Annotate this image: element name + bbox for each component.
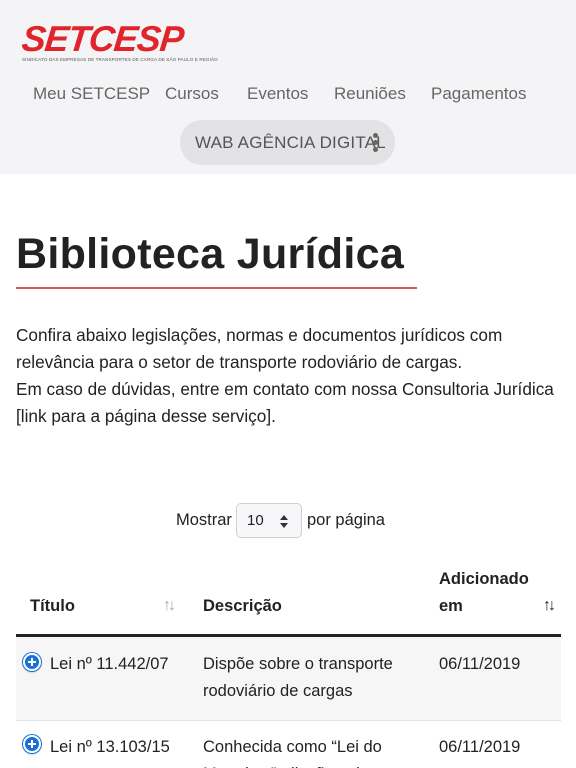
intro-text: Confira abaixo legislações, normas e doc… (16, 322, 561, 430)
row-description: Conhecida como “Lei do Motorista”, dispõ… (203, 738, 382, 768)
account-name: WAB AGÊNCIA DIGITAL (195, 133, 386, 152)
length-label-before: Mostrar (176, 511, 232, 529)
nav-item-pagamentos[interactable]: Pagamentos (431, 84, 526, 104)
page-length-select[interactable]: 10 (236, 503, 302, 538)
row-description: Dispõe sobre o transporte rodoviário de … (203, 655, 393, 700)
row-divider (16, 720, 561, 721)
sort-icon[interactable]: ↑↓ (163, 597, 176, 615)
account-menu-button[interactable]: WAB AGÊNCIA DIGITAL (180, 120, 395, 165)
intro-paragraph-2: Em caso de dúvidas, entre em contato com… (16, 379, 554, 426)
page-length-control: Mostrar 10 por página (0, 503, 576, 539)
page-length-value: 10 (247, 512, 264, 529)
select-arrows-icon (280, 515, 288, 529)
nav-item-reunioes[interactable]: Reuniões (334, 84, 406, 104)
expand-row-icon[interactable] (23, 735, 41, 753)
main-nav: Meu SETCESP Cursos Eventos Reuniões Paga… (0, 84, 576, 108)
nav-item-cursos[interactable]: Cursos (165, 84, 219, 104)
row-title: Lei nº 11.442/07 (50, 655, 169, 673)
setcesp-logo[interactable]: SETCESP SINDICATO DAS EMPRESAS DE TRANSP… (19, 18, 266, 62)
column-header-titulo[interactable]: Título (30, 593, 75, 620)
row-title: Lei nº 13.103/15 (50, 738, 170, 756)
expand-row-icon[interactable] (23, 653, 41, 671)
kebab-menu-icon[interactable] (373, 133, 379, 153)
nav-item-meu-setcesp[interactable]: Meu SETCESP (33, 84, 150, 104)
length-label-after: por página (307, 511, 385, 529)
page-title: Biblioteca Jurídica (16, 230, 405, 278)
column-header-descricao[interactable]: Descrição (203, 593, 282, 620)
sort-icon[interactable]: ↑↓ (543, 597, 556, 615)
logo-wordmark: SETCESP (19, 18, 186, 59)
title-underline (16, 287, 417, 289)
nav-item-eventos[interactable]: Eventos (247, 84, 308, 104)
column-header-adicionado-em[interactable]: Adicionado em (439, 566, 534, 620)
row-added-date: 06/11/2019 (439, 738, 521, 756)
site-header: SETCESP SINDICATO DAS EMPRESAS DE TRANSP… (0, 0, 576, 174)
row-added-date: 06/11/2019 (439, 655, 521, 673)
intro-paragraph-1: Confira abaixo legislações, normas e doc… (16, 325, 503, 372)
